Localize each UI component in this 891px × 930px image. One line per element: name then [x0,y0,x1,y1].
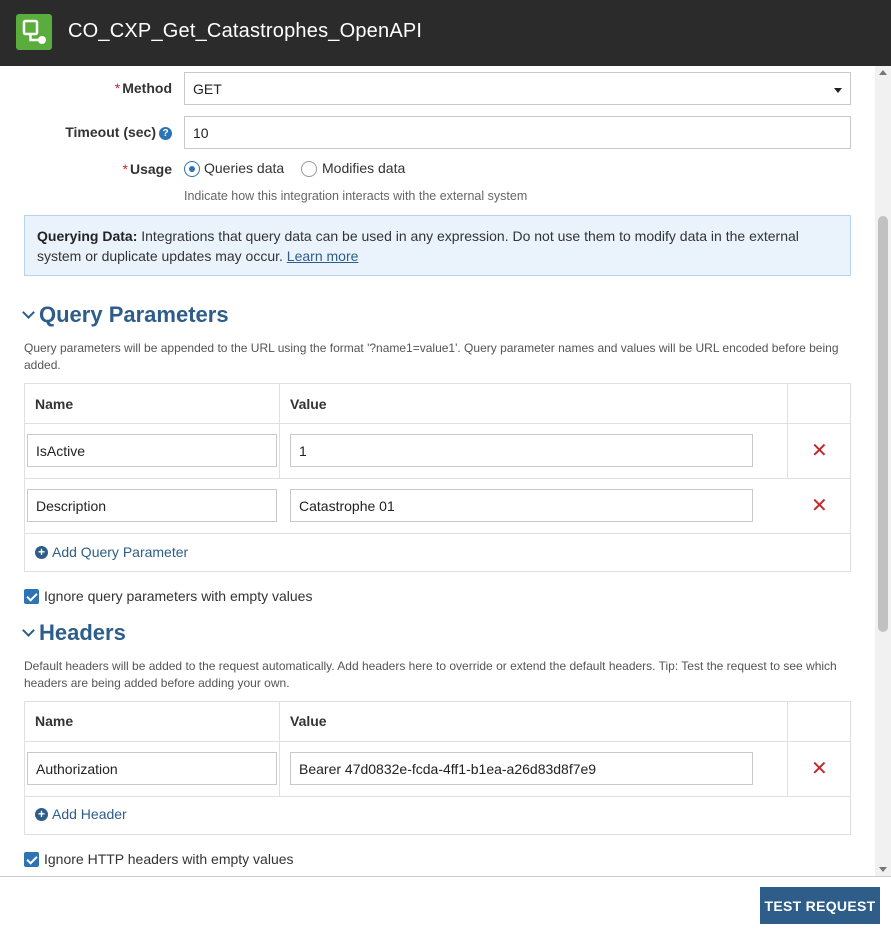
ignore-empty-headers-label: Ignore HTTP headers with empty values [44,851,294,867]
scrollbar-thumb[interactable] [878,216,888,632]
method-select[interactable]: GET [184,72,851,105]
integration-icon [16,14,52,50]
learn-more-link[interactable]: Learn more [287,248,359,264]
ignore-empty-headers-checkbox[interactable] [24,852,39,867]
radio-queries-data[interactable] [184,161,200,177]
usage-hint: Indicate how this integration interacts … [184,189,528,203]
help-icon[interactable]: ? [159,127,172,140]
ignore-empty-query-params-checkbox[interactable] [24,589,39,604]
header-column-name: Name [35,713,74,729]
add-query-parameter-button[interactable]: + Add Query Parameter [35,544,188,560]
vertical-scrollbar[interactable] [875,66,891,876]
info-text: Integrations that query data can be used… [37,228,799,264]
chevron-down-icon [22,305,35,319]
delete-row-icon[interactable]: ✕ [811,441,828,461]
plus-icon: + [35,545,48,559]
radio-modifies-data[interactable] [301,161,317,177]
chevron-down-icon [22,623,35,637]
chevron-down-icon [834,88,842,93]
method-value: GET [193,80,222,97]
qp-name-input[interactable]: IsActive [27,434,277,467]
plus-icon: + [35,807,48,821]
add-header-button[interactable]: + Add Header [35,806,127,822]
header-column-value: Value [290,713,327,729]
headers-toggle[interactable]: Headers [22,620,126,646]
qp-value-input[interactable]: Catastrophe 01 [290,489,753,522]
window-title: CO_CXP_Get_Catastrophes_OpenAPI [68,20,423,42]
info-title: Querying Data: [37,228,138,244]
headers-heading: Headers [39,620,126,645]
qp-column-name: Name [35,396,74,412]
querying-data-info: Querying Data: Integrations that query d… [24,215,851,276]
usage-label: * Usage [122,161,172,177]
qp-value-input[interactable]: 1 [290,434,753,467]
headers-description: Default headers will be added to the req… [24,659,837,690]
timeout-label: Timeout (sec)? [40,124,172,140]
dialog-footer: TEST REQUEST [0,876,891,930]
title-bar: CO_CXP_Get_Catastrophes_OpenAPI [0,0,891,66]
queries-data-label: Queries data [204,160,285,176]
header-name-input[interactable]: Authorization [27,752,277,785]
method-label: * Method [114,80,172,96]
delete-row-icon[interactable]: ✕ [811,496,828,516]
query-parameters-heading: Query Parameters [39,302,229,327]
test-request-button[interactable]: TEST REQUEST [760,887,880,924]
scroll-up-icon[interactable] [879,70,887,75]
query-parameters-description: Query parameters will be appended to the… [24,341,839,372]
qp-column-value: Value [290,396,327,412]
timeout-input[interactable]: 10 [184,116,851,149]
form-content: * Method GET Timeout (sec)? 10 * Usage Que… [0,66,891,876]
header-value-input[interactable]: Bearer 47d0832e-fcda-4ff1-b1ea-a26d83d8f… [290,752,753,785]
modifies-data-label: Modifies data [322,160,406,176]
delete-row-icon[interactable]: ✕ [811,759,828,779]
ignore-empty-query-params-label: Ignore query parameters with empty value… [44,588,313,604]
query-parameters-toggle[interactable]: Query Parameters [22,302,229,328]
qp-name-input[interactable]: Description [27,489,277,522]
scroll-down-icon[interactable] [879,867,887,872]
